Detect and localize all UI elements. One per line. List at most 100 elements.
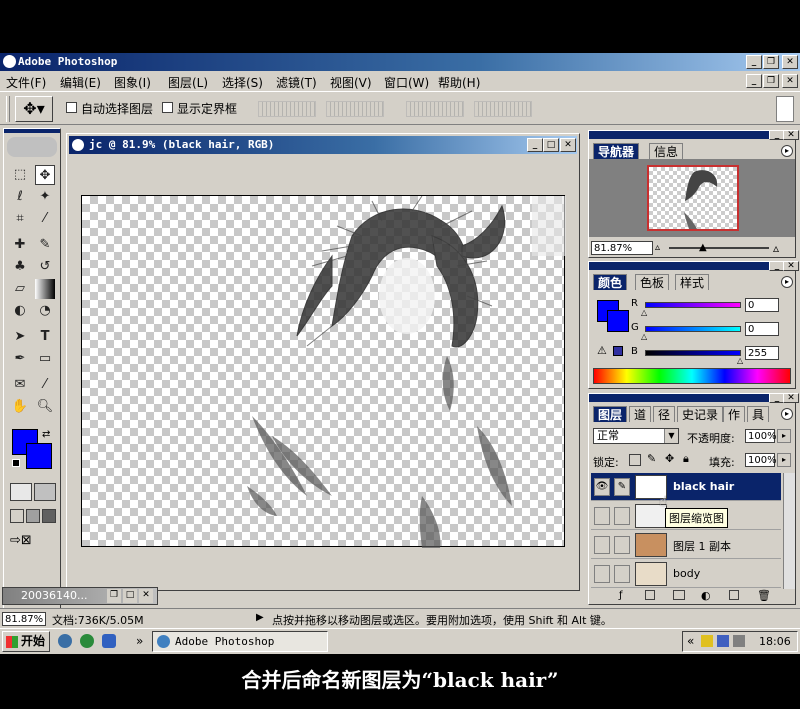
menu-help[interactable]: 帮助(H) (438, 74, 480, 91)
outlook-icon[interactable] (102, 634, 116, 648)
hand-tool-icon[interactable]: ✋ (10, 397, 30, 417)
layer-thumbnail[interactable] (635, 533, 667, 557)
lock-transparent-icon[interactable] (629, 454, 641, 466)
healing-brush-tool-icon[interactable]: ✚ (10, 235, 30, 255)
new-set-icon[interactable] (673, 590, 685, 600)
menu-image[interactable]: 图象(I) (114, 74, 151, 91)
menu-layer[interactable]: 图层(L) (168, 74, 208, 91)
document-maximize-button[interactable]: □ (543, 138, 559, 152)
doc-minimize-button[interactable]: _ (746, 74, 762, 88)
background-color-swatch[interactable] (26, 443, 52, 469)
history-brush-tool-icon[interactable]: ↺ (35, 257, 55, 277)
status-zoom-field[interactable]: 81.87% (2, 612, 46, 626)
eraser-tool-icon[interactable]: ▱ (10, 279, 30, 299)
g-slider[interactable] (645, 326, 741, 332)
move-tool-icon[interactable]: ✥ (35, 165, 55, 185)
trash-icon[interactable]: 🗑︎ (757, 589, 771, 602)
opacity-field[interactable]: 100% (745, 429, 777, 443)
marquee-tool-icon[interactable]: ⬚ (10, 165, 30, 185)
layer-link-box[interactable] (614, 565, 630, 583)
taskbar-photoshop-button[interactable]: Adobe Photoshop (152, 631, 328, 652)
restore-button[interactable]: ❐ (763, 55, 779, 69)
menu-select[interactable]: 选择(S) (222, 74, 263, 91)
jump-to-imageready-icon[interactable]: ⇨⊠ (10, 533, 56, 551)
ie-icon[interactable] (58, 634, 72, 648)
photoshop-eye-logo[interactable] (7, 137, 57, 157)
start-button[interactable]: 开始 (2, 631, 50, 652)
move-tool-preset-icon[interactable]: ✥▾ (15, 96, 53, 122)
fill-slider-button[interactable]: ▸ (777, 453, 791, 467)
blend-mode-dropdown-icon[interactable]: ▼ (664, 429, 678, 443)
new-layer-icon[interactable] (729, 590, 739, 600)
navigator-zoom-thumb[interactable]: ▲ (699, 242, 707, 253)
blend-mode-select[interactable]: 正常 ▼ (593, 428, 679, 444)
minimize-button[interactable]: _ (746, 55, 762, 69)
screen-mode-2-button[interactable] (26, 509, 40, 523)
add-mask-icon[interactable] (645, 590, 655, 600)
image-canvas[interactable] (81, 195, 566, 548)
opacity-slider-button[interactable]: ▸ (777, 429, 791, 443)
rectangle-tool-icon[interactable]: ▭ (35, 349, 55, 369)
lock-image-icon[interactable]: ✎ (647, 452, 656, 465)
document-close-button[interactable]: ✕ (560, 138, 576, 152)
color-menu-icon[interactable]: ▸ (781, 276, 793, 288)
g-slider-thumb[interactable]: △ (641, 332, 647, 341)
color-close-button[interactable]: ✕ (783, 261, 799, 271)
tab-paths[interactable]: 径 (653, 406, 676, 422)
minimized-maximize-button[interactable]: □ (123, 589, 137, 603)
eyedropper-tool-icon[interactable]: ⁄ (35, 375, 55, 395)
zoom-out-icon[interactable]: ▵ (655, 243, 665, 253)
auto-select-checkbox[interactable] (66, 102, 77, 113)
b-slider[interactable] (645, 350, 741, 356)
layer-visibility-box[interactable] (594, 507, 610, 525)
lasso-tool-icon[interactable]: ℓ (10, 187, 30, 207)
type-tool-icon[interactable]: T (35, 327, 55, 347)
tab-swatches[interactable]: 色板 (635, 274, 670, 290)
tab-color[interactable]: 颜色 (593, 274, 628, 290)
align-buttons-group[interactable] (258, 101, 316, 117)
pen-tool-icon[interactable]: ✒ (10, 349, 30, 369)
navigator-zoom-field[interactable]: 81.87% (591, 241, 653, 255)
magic-wand-tool-icon[interactable]: ✦ (35, 187, 55, 207)
gamut-warning-icon[interactable]: ⚠ (597, 344, 607, 357)
close-button[interactable]: ✕ (782, 55, 798, 69)
layer-row-layer-1-copy[interactable]: 图层 1 副本 (591, 531, 781, 559)
tab-actions[interactable]: 作 (723, 406, 746, 422)
standard-mode-button[interactable] (10, 483, 32, 501)
minimized-document[interactable]: 20036140... ❐ □ ✕ (2, 587, 158, 605)
layer-style-icon[interactable]: ƒ (619, 590, 623, 601)
menu-file[interactable]: 文件(F) (6, 74, 46, 91)
lock-position-icon[interactable]: ✥ (665, 452, 674, 465)
layer-visibility-eye-icon[interactable]: 👁︎ (594, 478, 610, 496)
navigator-close-button[interactable]: ✕ (783, 130, 799, 140)
tab-info[interactable]: 信息 (649, 143, 684, 159)
quick-mask-button[interactable] (34, 483, 56, 501)
minimized-close-button[interactable]: ✕ (139, 589, 153, 603)
layer-row-body[interactable]: body (591, 560, 781, 588)
brush-tool-icon[interactable]: ✎ (35, 235, 55, 255)
clone-stamp-tool-icon[interactable]: ♣ (10, 257, 30, 277)
layers-menu-icon[interactable]: ▸ (781, 408, 793, 420)
distribute-buttons-group[interactable] (406, 101, 464, 117)
adjustment-layer-icon[interactable]: ◐ (701, 589, 711, 602)
layer-visibility-box[interactable] (594, 536, 610, 554)
layer-link-box[interactable] (614, 536, 630, 554)
gamut-color-swatch[interactable] (613, 346, 623, 356)
layer-row-black-hair[interactable]: 👁︎ ✎ black hair (591, 473, 781, 501)
tray-chevron[interactable]: « (687, 634, 694, 648)
doc-restore-button[interactable]: ❐ (763, 74, 779, 88)
navigator-zoom-slider[interactable] (669, 247, 769, 249)
zoom-tool-icon[interactable]: 🔍︎ (35, 397, 55, 417)
crop-tool-icon[interactable]: ⌗ (10, 209, 30, 229)
palette-well[interactable] (776, 96, 794, 122)
menu-window[interactable]: 窗口(W) (384, 74, 429, 91)
zoom-in-icon[interactable]: ▵ (773, 241, 779, 255)
layer-brush-icon[interactable]: ✎ (614, 478, 630, 496)
status-arrow-icon[interactable]: ▶ (256, 612, 264, 623)
tab-channels[interactable]: 道 (629, 406, 652, 422)
gradient-tool-icon[interactable] (35, 279, 55, 299)
tab-history[interactable]: 史记录 (677, 406, 724, 422)
minimized-restore-button[interactable]: ❐ (107, 589, 121, 603)
r-value-field[interactable]: 0 (745, 298, 779, 312)
screen-mode-1-button[interactable] (10, 509, 24, 523)
